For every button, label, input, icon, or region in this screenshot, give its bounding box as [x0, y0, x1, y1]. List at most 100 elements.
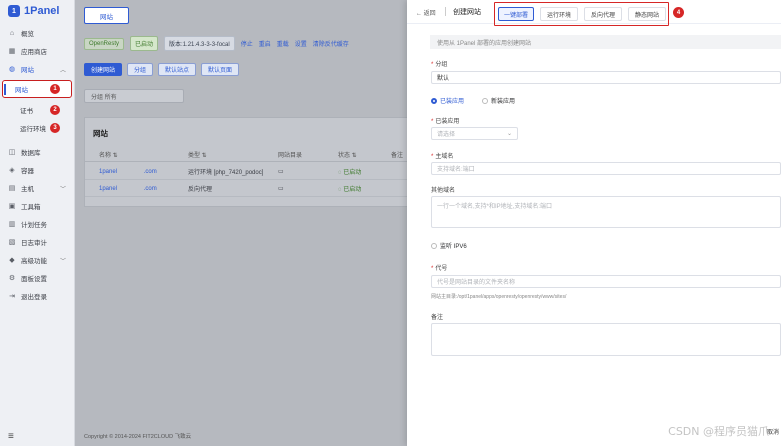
annotation-badge-1: 1 — [50, 84, 60, 94]
sidebar-item-cronjob[interactable]: ▥ 计划任务 — [0, 215, 74, 233]
copyright-footer: Copyright © 2014-2024 FIT2CLOUD 飞致云 — [84, 434, 192, 440]
sidebar-item-overview[interactable]: ⌂ 概览 — [0, 24, 74, 42]
action-buttons: 创建网站 分组 默认站点 默认页面 — [84, 63, 240, 76]
reload-link[interactable]: 重载 — [277, 39, 289, 48]
sidebar-item-label: 容器 — [21, 168, 34, 175]
site-name-link[interactable]: 1panel .com — [99, 169, 157, 175]
sidebar-item-label: 主机 — [21, 186, 34, 193]
toolbox-icon: ▣ — [8, 203, 16, 210]
status-running[interactable]: ◌ 已启动 — [338, 184, 361, 193]
home-icon: ⌂ — [9, 29, 15, 37]
site-dir-hint: 网站主目录:/opt/1panel/apps/openresty/openres… — [431, 294, 567, 300]
site-name-link[interactable]: 1panel .com — [99, 186, 157, 192]
column-header-type[interactable]: 类型 ⇅ — [188, 150, 207, 159]
back-button[interactable]: ← 返回 — [416, 8, 436, 17]
logo-icon: 1 — [8, 5, 20, 17]
logout-icon: ⇥ — [9, 293, 15, 300]
tab-one-click-deploy[interactable]: 一键部署 — [498, 7, 534, 21]
drawer-header: ← 返回 创建网站 一键部署 运行环境 反向代理 静态网站 4 — [407, 0, 781, 26]
ipv6-checkbox[interactable] — [431, 242, 437, 249]
sidebar-item-log[interactable]: ▧ 日志审计 — [0, 233, 74, 251]
sidebar-item-settings[interactable]: ⚙ 面板设置 — [0, 269, 74, 287]
sidebar-item-label: 证书 — [20, 108, 33, 115]
ipv6-label: 监听 IPV6 — [440, 244, 467, 250]
alias-input[interactable]: 代号是网站目录的文件夹名称 — [431, 275, 781, 288]
app-name-tag: OpenResty — [84, 37, 125, 50]
drawer-title: 创建网站 — [453, 9, 481, 16]
restart-link[interactable]: 重启 — [259, 39, 271, 48]
active-indicator — [4, 84, 6, 95]
radio-installed-app[interactable] — [431, 97, 437, 104]
ipv6-checkbox-row[interactable]: 监听 IPV6 — [431, 241, 467, 250]
log-icon: ▧ — [8, 239, 16, 246]
sidebar-item-label: 网站 — [15, 87, 28, 94]
other-domain-textarea[interactable]: 一行一个域名,支持*和IP地址,支持域名:端口 — [431, 196, 781, 228]
sidebar-item-logout[interactable]: ⇥ 退出登录 — [0, 287, 74, 305]
sidebar-item-label: 运行环境 — [20, 126, 46, 133]
sidebar: 1 1Panel ⌂ 概览 ▦ 应用商店 ◍ 网站 ︿ 网站 1 证书 2 运行… — [0, 0, 75, 446]
folder-icon[interactable]: ▭ — [278, 185, 284, 192]
installed-app-label: * 已装应用 — [431, 119, 460, 125]
settings-link[interactable]: 设置 — [295, 39, 307, 48]
sidebar-item-runtime[interactable]: 运行环境 3 — [0, 119, 74, 137]
sidebar-item-label: 概览 — [21, 31, 34, 38]
sidebar-item-websites[interactable]: ◍ 网站 ︿ — [0, 60, 74, 78]
group-filter-select[interactable]: 分组 所有 — [84, 89, 184, 103]
sidebar-item-website[interactable]: 网站 1 — [2, 80, 72, 98]
chevron-up-icon: ︿ — [59, 67, 66, 74]
sidebar-item-label: 高级功能 — [21, 258, 47, 265]
host-icon: ▤ — [8, 185, 16, 192]
panel-title: 网站 — [93, 129, 108, 138]
chevron-down-icon: ﹀ — [59, 258, 66, 265]
create-website-drawer: ← 返回 创建网站 一键部署 运行环境 反向代理 静态网站 4 使用从 1Pan… — [407, 0, 781, 446]
clear-proxy-cache-link[interactable]: 清除反代缓存 — [313, 39, 349, 48]
app-source-radio-group: 已装应用 新装应用 — [431, 96, 515, 105]
stop-link[interactable]: 停止 — [241, 39, 253, 48]
sidebar-item-certificate[interactable]: 证书 2 — [0, 101, 74, 119]
main-domain-input[interactable]: 支持域名:端口 — [431, 162, 781, 175]
chevron-down-icon: ﹀ — [59, 186, 66, 193]
tab-reverse-proxy[interactable]: 反向代理 — [584, 7, 622, 21]
folder-icon[interactable]: ▭ — [278, 168, 284, 175]
sidebar-item-database[interactable]: ◫ 数据库 — [0, 143, 74, 161]
sidebar-item-toolbox[interactable]: ▣ 工具箱 — [0, 197, 74, 215]
status-running[interactable]: ◌ 已启动 — [338, 167, 361, 176]
arrow-left-icon: ← — [416, 11, 422, 17]
column-header-status[interactable]: 状态 ⇅ — [338, 150, 357, 159]
column-header-dir: 网站目录 — [278, 153, 303, 159]
sidebar-item-label: 网站 — [21, 67, 34, 74]
default-site-button[interactable]: 默认站点 — [158, 63, 197, 76]
sidebar-item-appstore[interactable]: ▦ 应用商店 — [0, 42, 74, 60]
group-button[interactable]: 分组 — [127, 63, 154, 76]
group-select[interactable]: 默认 — [431, 71, 781, 84]
menu-toggle-icon[interactable]: ≡ — [8, 431, 14, 442]
radio-new-app[interactable] — [482, 97, 489, 104]
sidebar-item-advanced[interactable]: ◆ 高级功能 ﹀ — [0, 251, 74, 269]
globe-icon: ◍ — [8, 66, 16, 73]
tab-static-site[interactable]: 静态网站 — [628, 7, 666, 21]
info-alert: 使用从 1Panel 部署的应用创建网站 — [430, 35, 781, 49]
remark-textarea[interactable] — [431, 323, 781, 356]
sidebar-item-label: 数据库 — [21, 150, 41, 157]
site-type: 反向代理 — [188, 187, 213, 193]
radio-label-new: 新装应用 — [491, 99, 516, 105]
tab-website[interactable]: 网站 — [84, 7, 129, 24]
watermark: CSDN @程序员猫爪 — [668, 425, 769, 438]
app-name: 1Panel — [24, 5, 60, 17]
diamond-icon: ◆ — [9, 257, 15, 264]
sidebar-item-label: 工具箱 — [21, 204, 41, 211]
sidebar-item-host[interactable]: ▤ 主机 ﹀ — [0, 179, 74, 197]
site-type: 运行环境 [php_7420_podoc] — [188, 170, 264, 176]
grid-icon: ▦ — [8, 48, 16, 55]
column-header-name[interactable]: 名称 ⇅ — [99, 150, 118, 159]
container-icon: ◈ — [9, 167, 15, 174]
installed-app-select[interactable]: 请选择 ⌄ — [431, 127, 518, 140]
annotation-badge-2: 2 — [50, 105, 60, 115]
create-website-button[interactable]: 创建网站 — [84, 63, 123, 76]
sidebar-item-container[interactable]: ◈ 容器 — [0, 161, 74, 179]
openresty-status-bar: OpenResty 已启动 版本:1.21.4.3-3-3-focal 停止 重… — [84, 36, 349, 51]
version-tag: 版本:1.21.4.3-3-3-focal — [164, 36, 235, 51]
default-page-button[interactable]: 默认页面 — [201, 63, 240, 76]
tab-runtime[interactable]: 运行环境 — [540, 7, 578, 21]
divider — [445, 7, 446, 16]
